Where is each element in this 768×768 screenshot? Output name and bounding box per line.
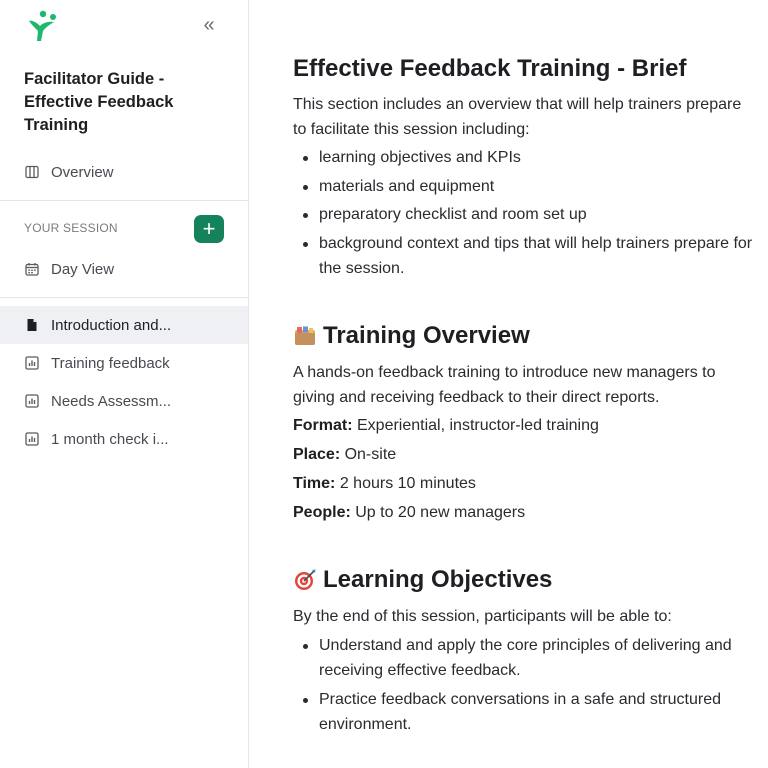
document-title: Facilitator Guide - Effective Feedback T… bbox=[24, 70, 174, 134]
overview-intro: A hands-on feedback training to introduc… bbox=[293, 364, 716, 406]
sidebar-item-label: Introduction and... bbox=[51, 316, 172, 334]
brief-heading: Effective Feedback Training - Brief bbox=[293, 55, 687, 82]
card-index-icon bbox=[293, 324, 317, 348]
sidebar-page-introduction[interactable]: Introduction and... bbox=[0, 306, 248, 344]
sidebar-divider bbox=[0, 297, 248, 298]
field-value: 2 hours 10 minutes bbox=[335, 475, 476, 492]
field-value: Experiential, instructor-led training bbox=[352, 417, 599, 434]
sidebar-page-month-check-in[interactable]: 1 month check i... bbox=[0, 420, 248, 458]
objectives-list: Understand and apply the core principles… bbox=[293, 633, 753, 737]
sidebar-item-day-view[interactable]: Day View bbox=[0, 250, 248, 288]
list-item: materials and equipment bbox=[293, 174, 753, 199]
list-item: Practice feedback conversations in a saf… bbox=[293, 687, 753, 737]
sidebar: « Facilitator Guide - Effective Feedback… bbox=[0, 0, 249, 768]
objectives-section: Learning Objectives By the end of this s… bbox=[293, 566, 753, 740]
field-label: Place: bbox=[293, 446, 341, 463]
brief-section: This section includes an overview that w… bbox=[293, 92, 753, 284]
brief-list: learning objectives and KPIs materials a… bbox=[293, 145, 753, 281]
chart-icon bbox=[24, 393, 40, 409]
sidebar-item-label: 1 month check i... bbox=[51, 430, 169, 448]
chart-icon bbox=[24, 431, 40, 447]
field-label: Time: bbox=[293, 475, 336, 492]
chart-icon bbox=[24, 355, 40, 371]
sidebar-item-overview[interactable]: Overview bbox=[0, 153, 248, 191]
objectives-heading: Learning Objectives bbox=[293, 566, 753, 594]
sidebar-item-label: Needs Assessm... bbox=[51, 392, 172, 410]
overview-heading: Training Overview bbox=[293, 322, 753, 350]
time-field: Time: 2 hours 10 minutes bbox=[293, 469, 753, 498]
overview-fields: Format: Experiential, instructor-led tra… bbox=[293, 411, 753, 527]
section-label: YOUR SESSION bbox=[24, 221, 118, 235]
objectives-intro: By the end of this session, participants… bbox=[293, 608, 672, 625]
sidebar-divider bbox=[0, 200, 248, 201]
calendar-icon bbox=[24, 261, 40, 277]
sidebar-item-label: Day View bbox=[51, 260, 115, 278]
sidebar-page-needs-assessment[interactable]: Needs Assessm... bbox=[0, 382, 248, 420]
app-logo-icon[interactable] bbox=[24, 8, 60, 44]
sidebar-item-label: Training feedback bbox=[51, 354, 170, 372]
overview-section: Training Overview A hands-on feedback tr… bbox=[293, 322, 753, 527]
list-item: learning objectives and KPIs bbox=[293, 145, 753, 170]
field-label: People: bbox=[293, 504, 351, 521]
field-value: Up to 20 new managers bbox=[350, 504, 526, 521]
format-field: Format: Experiential, instructor-led tra… bbox=[293, 411, 753, 440]
field-value: On-site bbox=[340, 446, 397, 463]
objectives-title: Learning Objectives bbox=[323, 566, 553, 593]
document-icon bbox=[24, 317, 40, 333]
target-icon bbox=[293, 568, 317, 592]
list-item: background context and tips that will he… bbox=[293, 231, 753, 281]
collapse-sidebar-icon[interactable]: « bbox=[196, 12, 222, 38]
sidebar-page-training-feedback[interactable]: Training feedback bbox=[0, 344, 248, 382]
sidebar-item-label: Overview bbox=[51, 163, 114, 181]
brief-intro: This section includes an overview that w… bbox=[293, 96, 742, 138]
overview-title: Training Overview bbox=[323, 322, 530, 349]
field-label: Format: bbox=[293, 417, 353, 434]
main-content: Effective Feedback Training - Brief This… bbox=[249, 0, 768, 768]
add-page-button[interactable]: + bbox=[194, 215, 224, 243]
list-item: preparatory checklist and room set up bbox=[293, 202, 753, 227]
list-item: Understand and apply the core principles… bbox=[293, 633, 753, 683]
columns-icon bbox=[24, 164, 40, 180]
place-field: Place: On-site bbox=[293, 440, 753, 469]
people-field: People: Up to 20 new managers bbox=[293, 498, 753, 527]
